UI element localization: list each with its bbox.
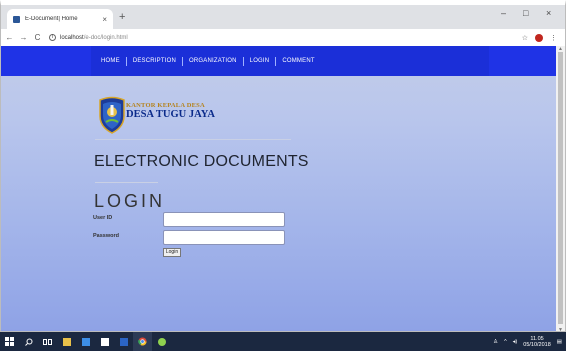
password-input[interactable]	[163, 230, 285, 245]
browser-window: E-Document| Home × + – □ × ← → C i local…	[0, 0, 566, 332]
clock[interactable]: 11.05 05/10/2018	[523, 336, 551, 348]
clock-date: 05/10/2018	[523, 341, 551, 348]
chrome-icon[interactable]	[133, 332, 152, 351]
new-tab-button[interactable]: +	[119, 11, 125, 23]
tab-title: E-Document| Home	[25, 16, 78, 22]
user-id-input[interactable]	[163, 212, 285, 227]
browser-menu-icon[interactable]: ⋮	[550, 34, 557, 42]
browser-tab[interactable]: E-Document| Home ×	[7, 9, 113, 29]
nav-menu: HOME DESCRIPTION ORGANIZATION LOGIN COMM…	[91, 46, 489, 76]
start-icon[interactable]	[0, 332, 19, 351]
file-explorer-icon[interactable]	[57, 332, 76, 351]
task-view-icon[interactable]	[38, 332, 57, 351]
password-label: Password	[93, 233, 119, 239]
village-emblem-logo	[99, 96, 125, 134]
store-icon[interactable]	[76, 332, 95, 351]
page-heading: ELECTRONIC DOCUMENTS	[94, 153, 309, 170]
user-id-label: User ID	[93, 215, 113, 221]
url-host: localhost	[60, 34, 84, 41]
reload-icon[interactable]: C	[32, 33, 43, 42]
brand-title: DESA TUGU JAYA	[126, 109, 215, 120]
nav-description[interactable]: DESCRIPTION	[127, 58, 182, 64]
windows-taskbar: ♙ ^ ◂) 11.05 05/10/2018 ▤	[0, 332, 566, 351]
app-icon[interactable]	[152, 332, 171, 351]
divider	[95, 182, 158, 183]
system-tray: ♙ ^ ◂) 11.05 05/10/2018 ▤	[493, 332, 562, 351]
tab-strip: E-Document| Home × + – □ ×	[1, 5, 565, 29]
minimize-icon[interactable]: –	[501, 8, 506, 18]
tray-chevron-icon[interactable]: ^	[504, 339, 507, 345]
page-viewport: HOME DESCRIPTION ORGANIZATION LOGIN COMM…	[1, 46, 556, 331]
tab-close-icon[interactable]: ×	[102, 15, 107, 24]
browser-toolbar: ← → C i localhost/e-doc/login.html ☆ ⋮	[1, 29, 565, 46]
extension-icon[interactable]	[535, 33, 543, 42]
search-icon[interactable]	[19, 332, 38, 351]
url-path: /e-doc/login.html	[83, 34, 128, 41]
back-icon[interactable]: ←	[4, 33, 15, 42]
nav-comment[interactable]: COMMENT	[276, 58, 320, 64]
site-navbar: HOME DESCRIPTION ORGANIZATION LOGIN COMM…	[1, 46, 556, 76]
vertical-scrollbar[interactable]: ▲ ▼	[556, 46, 565, 331]
address-bar[interactable]: i localhost/e-doc/login.html	[49, 31, 522, 44]
nav-organization[interactable]: ORGANIZATION	[183, 58, 243, 64]
nav-home[interactable]: HOME	[95, 58, 126, 64]
forward-icon[interactable]: →	[18, 33, 29, 42]
login-button[interactable]: Login	[163, 248, 181, 257]
mail-icon[interactable]	[95, 332, 114, 351]
close-window-icon[interactable]: ×	[546, 8, 551, 18]
nav-login[interactable]: LOGIN	[244, 58, 276, 64]
site-info-icon[interactable]: i	[49, 34, 56, 41]
scrollbar-thumb[interactable]	[558, 52, 563, 324]
login-title: LOGIN	[94, 191, 166, 211]
volume-icon[interactable]: ◂)	[513, 339, 518, 345]
divider	[95, 139, 291, 140]
notification-icon[interactable]: ▤	[557, 339, 562, 345]
brand-subtitle: KANTOR KEPALA DESA	[126, 102, 205, 109]
word-icon[interactable]	[114, 332, 133, 351]
favicon-icon	[13, 15, 20, 23]
people-icon[interactable]: ♙	[493, 339, 498, 345]
bookmark-star-icon[interactable]: ☆	[522, 34, 528, 42]
maximize-icon[interactable]: □	[523, 8, 528, 18]
